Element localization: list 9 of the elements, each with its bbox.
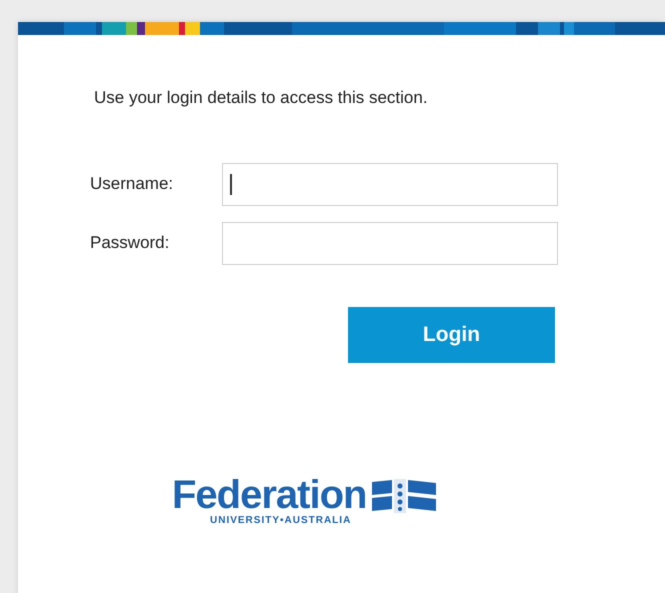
logo-wordmark: Federation (172, 474, 366, 514)
logo-tagline: UNIVERSITY•AUSTRALIA (210, 514, 352, 528)
input-field[interactable] (222, 162, 558, 206)
instruction-text: Use your login details to access this section. (94, 87, 429, 109)
input-field[interactable] (222, 222, 558, 264)
flag-logo-icon (372, 478, 436, 512)
field-label: Username: (90, 173, 174, 196)
field-label: Password: (90, 232, 170, 254)
login-button[interactable]: Login (348, 306, 555, 362)
